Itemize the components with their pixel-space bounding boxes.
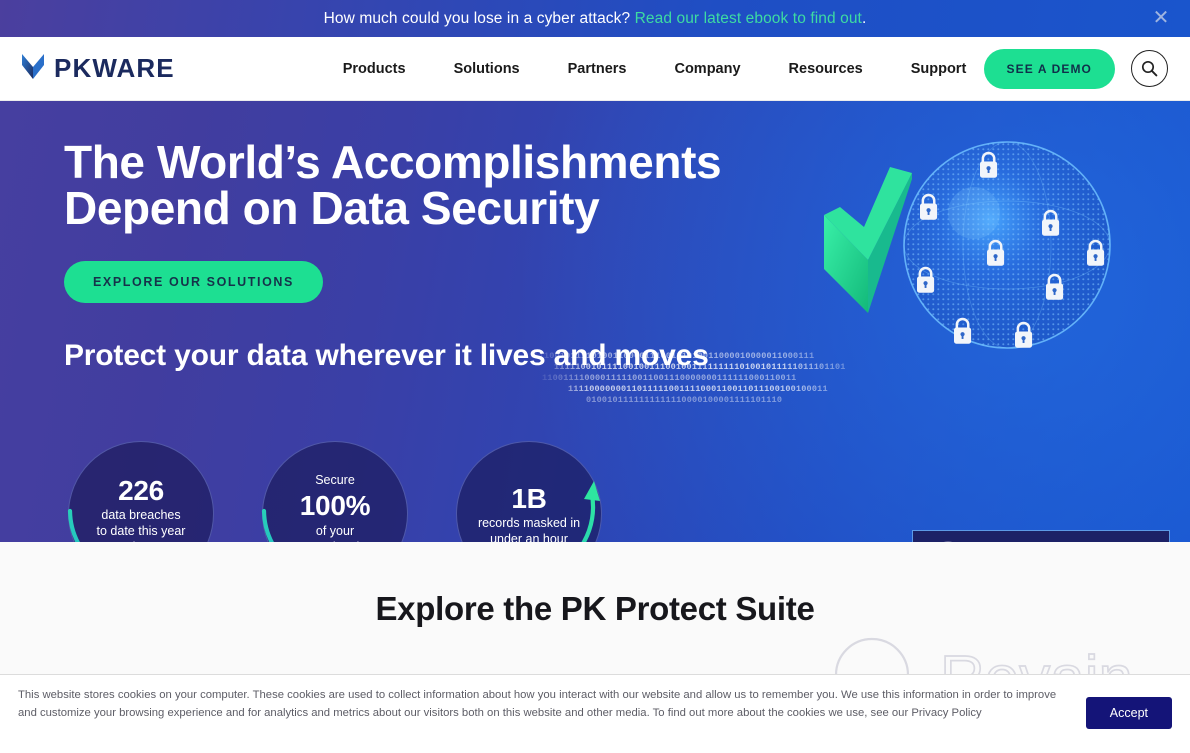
stats-group: 226 data breaches to date this year alon… [67,441,602,542]
stat-content: 1B records masked in under an hour [456,441,602,542]
stat-card-breaches: 226 data breaches to date this year alon… [67,441,214,542]
stat-card-records: 1B records masked in under an hour [456,441,602,542]
listen-podcast-button[interactable]: Listen to Our Latest Podcast [912,530,1170,542]
hero-subheading: Protect your data wherever it lives and … [64,339,709,372]
accept-cookies-button[interactable]: Accept [1085,697,1172,729]
announcement-link[interactable]: Read our latest ebook to find out [635,10,862,27]
hero-heading-line1: The World’s Accomplishments [64,136,722,188]
page-title: The World’s Accomplishments Depend on Da… [64,139,754,231]
stat-label-line1: data breaches [101,508,181,522]
nav-item-resources[interactable]: Resources [789,61,863,77]
logo[interactable]: PKWARE [20,51,175,86]
stat-label-line2: under an hour [490,531,568,542]
hero-section: 1111001011110100110000111001110100110000… [0,101,1190,542]
suite-title: Explore the PK Protect Suite [375,590,815,627]
stat-label-line1: records masked in [477,515,581,530]
stat-content: 226 data breaches to date this year alon… [68,441,214,542]
header-actions: SEE A DEMO [983,48,1168,89]
pkware-checkmark-logo-icon [20,51,48,86]
close-x-icon[interactable]: ✕ [1150,8,1172,30]
see-a-demo-button[interactable]: SEE A DEMO [983,48,1115,89]
announcement-text: How much could you lose in a cyber attac… [324,10,867,28]
announcement-text-after: . [861,9,867,27]
cookie-text: This website stores cookies on your comp… [18,687,1068,722]
page-root: How much could you lose in a cyber attac… [0,0,1190,753]
cookie-paragraph: This website stores cookies on your comp… [18,689,1057,719]
explore-our-solutions-button[interactable]: EXPLORE OUR SOLUTIONS [64,261,323,303]
announcement-text-before: How much could you lose in a cyber attac… [323,9,635,27]
stat-value: 100% [299,490,371,522]
stat-content: Secure 100% of your enterprise data [262,441,408,542]
stat-label-line3: alone [126,540,157,543]
nav-item-company[interactable]: Company [674,61,740,77]
stat-label-line1: of your [315,523,355,538]
hero-content: The World’s Accomplishments Depend on Da… [0,101,1190,373]
nav-item-support[interactable]: Support [911,61,967,77]
stat-prefix: Secure [315,472,355,487]
stat-value: 1B [511,482,547,514]
cookie-banner: This website stores cookies on your comp… [0,674,1190,753]
stat-label-line2: to date this year [96,523,186,538]
binary-row: 0100101111111111110000100001111101110 [586,395,783,405]
site-header: PKWARE Products Solutions Partners Compa… [0,37,1190,101]
logo-text: PKWARE [54,53,175,83]
hero-heading-line2: Depend on Data Security [64,182,600,234]
broadcast-tower-icon [933,538,963,542]
announcement-bar: How much could you lose in a cyber attac… [0,0,1190,37]
nav-item-products[interactable]: Products [343,61,406,77]
nav-item-solutions[interactable]: Solutions [454,61,520,77]
nav-item-partners[interactable]: Partners [568,61,627,77]
stat-label-line2: enterprise data [293,540,376,543]
binary-row: 1111000000011011111001111000110011011100… [568,384,828,394]
stat-value: 226 [118,474,164,506]
stat-card-secure: Secure 100% of your enterprise data [261,441,408,542]
main-nav: Products Solutions Partners Company Reso… [343,61,967,77]
search-icon[interactable] [1131,50,1168,87]
privacy-policy-link[interactable]: Privacy Policy [911,707,981,719]
